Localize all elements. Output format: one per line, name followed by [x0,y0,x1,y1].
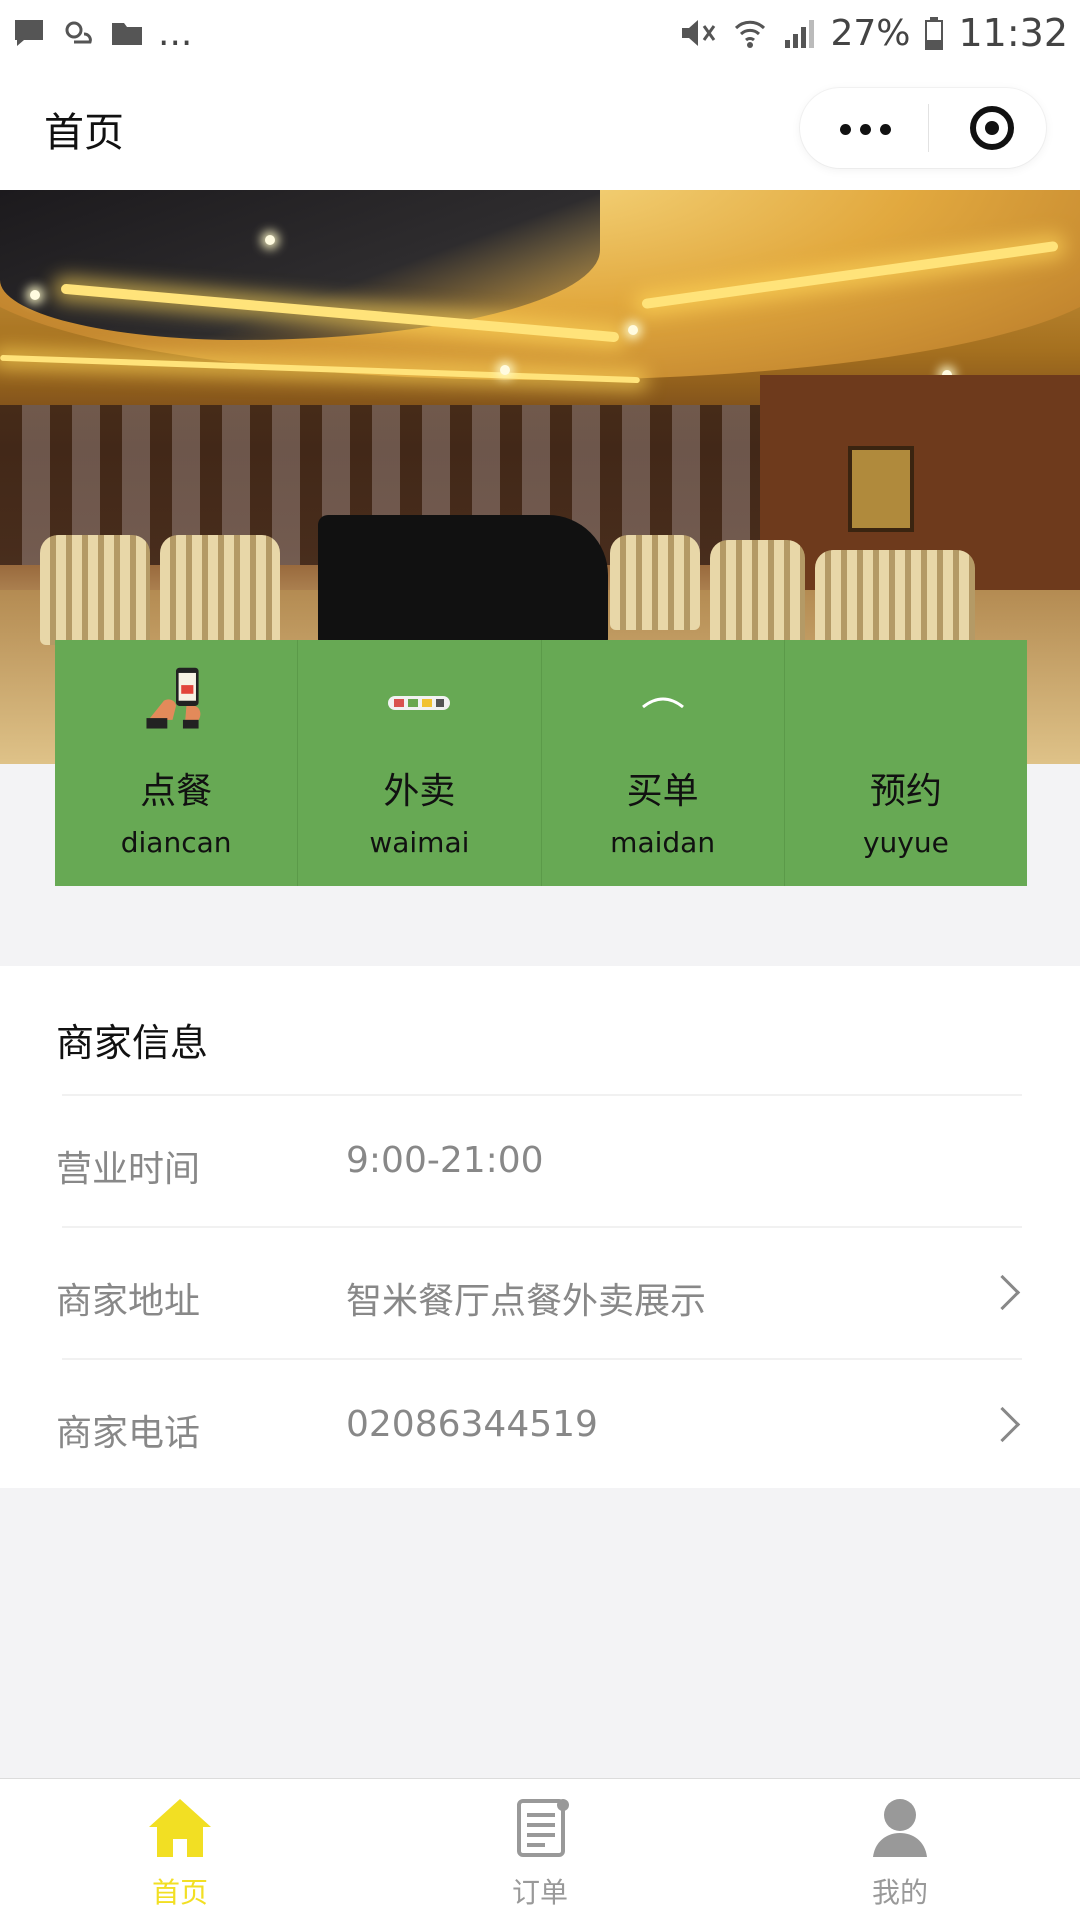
hero-ceiling-lamp [500,365,510,375]
clock: 11:32 [958,11,1068,55]
tab-orders[interactable]: 订单 [360,1779,720,1921]
hero-ceiling-lamp [628,325,638,335]
row-label: 商家地址 [56,1281,201,1322]
arc-icon [641,697,684,709]
nav-bar: 首页 [0,66,1080,190]
menu-item-label: 预约 [869,771,942,812]
hero-armchair [40,535,150,645]
menu-item-sub: diancan [120,826,232,859]
status-right: 27% 11:32 [678,11,1068,55]
merchant-info-title: 商家信息 [56,1021,209,1065]
tab-profile[interactable]: 我的 [720,1779,1080,1921]
tab-label: 首页 [151,1876,208,1909]
mute-icon [682,20,716,46]
phone-row[interactable]: 商家电话 02086344519 [0,1360,1080,1490]
hero-armchair [610,535,700,630]
chevron-right-icon [984,1274,1021,1311]
address-value: 智米餐厅点餐外卖展示 [346,1281,707,1322]
order-list-icon [517,1799,569,1857]
more-dots-icon[interactable] [840,124,891,135]
hero-armchair [710,540,805,650]
page-title: 首页 [44,110,124,156]
merchant-info-section: 商家信息 营业时间 9:00-21:00 商家地址 智米餐厅点餐外卖展示 商家电… [0,966,1080,1488]
business-hours-value: 9:00-21:00 [346,1140,544,1181]
tab-label: 订单 [511,1876,568,1909]
row-label: 营业时间 [56,1149,201,1190]
phone-value: 02086344519 [346,1404,598,1445]
menu-item-waimai[interactable]: 外卖 waimai [298,640,542,886]
signal-icon [785,20,815,48]
folder-icon [112,23,142,45]
hero-ceiling-lamp [30,290,40,300]
chevron-right-icon [984,1406,1021,1443]
status-bar: ... 27% 11:32 [0,0,1080,66]
menu-item-sub: yuyue [862,826,949,859]
user-icon [873,1799,927,1857]
battery-percent: 27% [830,12,911,54]
battery-icon [925,17,944,50]
hero-painting [848,446,914,532]
row-label: 商家电话 [56,1413,201,1454]
tab-label: 我的 [871,1876,928,1909]
wifi-icon [735,20,766,48]
hero-ceiling-lamp [265,235,275,245]
target-close-icon[interactable] [970,106,1014,150]
hero-armchair [160,535,280,645]
status-left: ... [12,13,192,54]
status-more: ... [158,12,193,54]
home-icon [149,1799,211,1857]
menu-item-label: 买单 [626,771,699,812]
capsule-divider [928,104,929,152]
delivery-badge-icon [388,696,451,710]
menu-item-yuyue[interactable]: 预约 yuyue [785,640,1027,886]
menu-item-maidan[interactable]: 买单 maidan [542,640,785,886]
menu-item-sub: maidan [610,826,716,859]
menu-item-sub: waimai [369,826,470,859]
bottom-tab-bar: 首页 订单 我的 [0,1778,1080,1921]
tab-home[interactable]: 首页 [0,1779,360,1921]
menu-item-label: 外卖 [383,771,456,812]
hero-piano [318,515,608,645]
menu-item-diancan[interactable]: 点餐 diancan [55,640,299,886]
address-row[interactable]: 商家地址 智米餐厅点餐外卖展示 [0,1228,1080,1358]
mini-program-capsule [800,88,1046,168]
menu-item-label: 点餐 [140,771,213,812]
weather-icon [65,21,92,44]
feature-menu-grid: 点餐 diancan 外卖 waimai 买单 maidan 预约 yuyue [55,640,1027,886]
phone-order-icon [146,667,201,729]
business-hours-row: 营业时间 9:00-21:00 [0,1096,1080,1226]
message-icon [15,20,43,46]
